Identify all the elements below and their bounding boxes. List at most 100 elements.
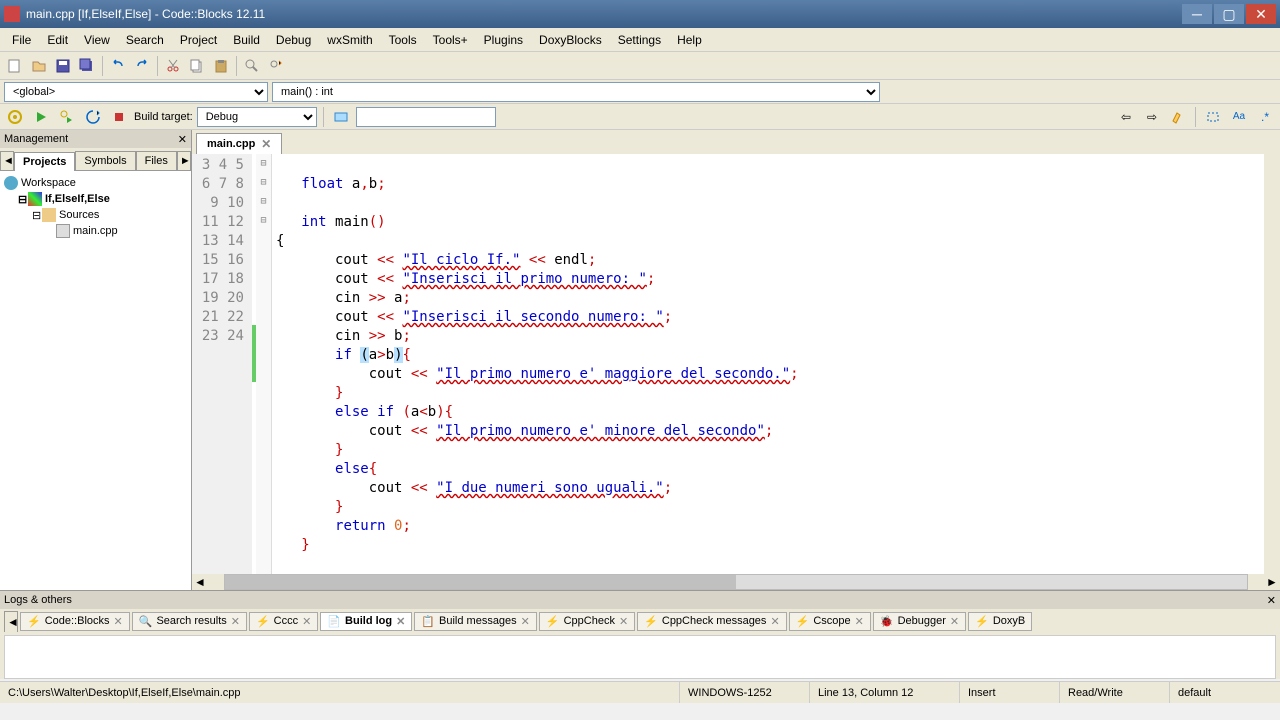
window-controls: ─ ▢ ✕: [1182, 4, 1276, 24]
minimize-button[interactable]: ─: [1182, 4, 1212, 24]
menu-view[interactable]: View: [76, 31, 118, 49]
undo-icon[interactable]: [107, 55, 129, 77]
show-icon[interactable]: [330, 106, 352, 128]
logs-tab-buildlog[interactable]: 📄Build log✕: [320, 612, 412, 631]
tab-symbols[interactable]: Symbols: [75, 151, 135, 170]
find-icon[interactable]: [241, 55, 263, 77]
tree-file-main[interactable]: main.cpp: [4, 223, 187, 239]
logs-tab-codeblocks[interactable]: ⚡Code::Blocks✕: [20, 612, 130, 631]
run-icon[interactable]: [30, 106, 52, 128]
menu-edit[interactable]: Edit: [39, 31, 76, 49]
status-config: default: [1170, 682, 1280, 703]
logs-panel: Logs & others ✕ ◄ ⚡Code::Blocks✕ 🔍Search…: [0, 590, 1280, 679]
menu-plugins[interactable]: Plugins: [476, 31, 531, 49]
main-toolbar: [0, 52, 1280, 80]
tab-projects[interactable]: Projects: [14, 152, 75, 171]
main-area: Management ✕ ◄ Projects Symbols Files ► …: [0, 130, 1280, 590]
build-toolbar: Build target: Debug ⇦ ⇨ Aa .*: [0, 104, 1280, 130]
abort-icon[interactable]: [108, 106, 130, 128]
redo-icon[interactable]: [131, 55, 153, 77]
line-numbers: 3 4 5 6 7 8 9 10 11 12 13 14 15 16 17 18…: [192, 154, 252, 574]
logs-tab-buildmsg[interactable]: 📋Build messages✕: [414, 612, 537, 631]
logs-close-icon[interactable]: ✕: [1267, 594, 1276, 607]
logs-tab-doxy[interactable]: ⚡DoxyB: [968, 612, 1032, 631]
close-button[interactable]: ✕: [1246, 4, 1276, 24]
tab-scroll-left-icon[interactable]: ◄: [0, 151, 14, 170]
search-field[interactable]: [356, 107, 496, 127]
logs-header: Logs & others ✕: [0, 591, 1280, 609]
logs-scroll-left-icon[interactable]: ◄: [4, 611, 18, 632]
management-close-icon[interactable]: ✕: [178, 133, 187, 146]
status-readwrite: Read/Write: [1060, 682, 1170, 703]
select-icon[interactable]: [1202, 106, 1224, 128]
tree-project[interactable]: ⊟If,ElseIf,Else: [4, 191, 187, 207]
editor-area: main.cpp ✕ 3 4 5 6 7 8 9 10 11 12 13 14 …: [192, 130, 1280, 590]
project-tree: Workspace ⊟If,ElseIf,Else ⊟Sources main.…: [0, 170, 191, 590]
cut-icon[interactable]: [162, 55, 184, 77]
logs-tab-cscope[interactable]: ⚡Cscope✕: [789, 612, 871, 631]
logs-tab-cppcheckmsg[interactable]: ⚡CppCheck messages✕: [637, 612, 786, 631]
save-icon[interactable]: [52, 55, 74, 77]
menu-search[interactable]: Search: [118, 31, 172, 49]
case-icon[interactable]: Aa: [1228, 106, 1250, 128]
vertical-scrollbar[interactable]: [1264, 154, 1280, 574]
editor-tab-main[interactable]: main.cpp ✕: [196, 133, 282, 154]
menu-wxsmith[interactable]: wxSmith: [319, 31, 380, 49]
tab-close-icon[interactable]: ✕: [261, 137, 271, 151]
menu-debug[interactable]: Debug: [268, 31, 319, 49]
titlebar: main.cpp [If,ElseIf,Else] - Code::Blocks…: [0, 0, 1280, 28]
horizontal-scrollbar[interactable]: ◄ ►: [192, 574, 1280, 590]
app-icon: [4, 6, 20, 22]
logs-tab-search[interactable]: 🔍Search results✕: [132, 612, 247, 631]
management-header: Management ✕: [0, 130, 191, 148]
regex-icon[interactable]: .*: [1254, 106, 1276, 128]
tab-scroll-right-icon[interactable]: ►: [177, 151, 191, 170]
menu-tools[interactable]: Tools: [381, 31, 425, 49]
logs-tab-cccc[interactable]: ⚡Cccc✕: [249, 612, 318, 631]
prev-icon[interactable]: ⇦: [1115, 106, 1137, 128]
code-editor[interactable]: 3 4 5 6 7 8 9 10 11 12 13 14 15 16 17 18…: [192, 154, 1280, 574]
status-filepath: C:\Users\Walter\Desktop\If,ElseIf,Else\m…: [0, 682, 680, 703]
build-run-icon[interactable]: [56, 106, 78, 128]
scope-function-select[interactable]: main() : int: [272, 82, 880, 102]
management-tabs: ◄ Projects Symbols Files ►: [0, 148, 191, 170]
build-target-select[interactable]: Debug: [197, 107, 317, 127]
menu-doxyblocks[interactable]: DoxyBlocks: [531, 31, 610, 49]
tree-workspace[interactable]: Workspace: [4, 175, 187, 191]
maximize-button[interactable]: ▢: [1214, 4, 1244, 24]
editor-tabs: main.cpp ✕: [192, 130, 1280, 154]
fold-column[interactable]: ⊟ ⊟ ⊟ ⊟: [256, 154, 272, 574]
next-icon[interactable]: ⇨: [1141, 106, 1163, 128]
rebuild-icon[interactable]: [82, 106, 104, 128]
menubar: File Edit View Search Project Build Debu…: [0, 28, 1280, 52]
highlight-icon[interactable]: [1167, 106, 1189, 128]
copy-icon[interactable]: [186, 55, 208, 77]
scope-global-select[interactable]: <global>: [4, 82, 268, 102]
save-all-icon[interactable]: [76, 55, 98, 77]
menu-file[interactable]: File: [4, 31, 39, 49]
logs-content[interactable]: [4, 635, 1276, 679]
tab-files[interactable]: Files: [136, 151, 177, 170]
statusbar: C:\Users\Walter\Desktop\If,ElseIf,Else\m…: [0, 681, 1280, 703]
status-cursor: Line 13, Column 12: [810, 682, 960, 703]
status-encoding: WINDOWS-1252: [680, 682, 810, 703]
tree-sources[interactable]: ⊟Sources: [4, 207, 187, 223]
logs-tabs: ◄ ⚡Code::Blocks✕ 🔍Search results✕ ⚡Cccc✕…: [0, 609, 1280, 633]
menu-settings[interactable]: Settings: [610, 31, 669, 49]
menu-toolsplus[interactable]: Tools+: [425, 31, 476, 49]
menu-build[interactable]: Build: [225, 31, 268, 49]
menu-help[interactable]: Help: [669, 31, 710, 49]
build-icon[interactable]: [4, 106, 26, 128]
replace-icon[interactable]: [265, 55, 287, 77]
code-content[interactable]: float a,b; int main() { cout << "Il cicl…: [272, 154, 1264, 574]
new-file-icon[interactable]: [4, 55, 26, 77]
status-insert: Insert: [960, 682, 1060, 703]
logs-tab-cppcheck[interactable]: ⚡CppCheck✕: [539, 612, 635, 631]
paste-icon[interactable]: [210, 55, 232, 77]
window-title: main.cpp [If,ElseIf,Else] - Code::Blocks…: [26, 7, 1182, 21]
scope-bar: <global> main() : int: [0, 80, 1280, 104]
build-target-label: Build target:: [134, 111, 193, 123]
open-file-icon[interactable]: [28, 55, 50, 77]
menu-project[interactable]: Project: [172, 31, 225, 49]
logs-tab-debugger[interactable]: 🐞Debugger✕: [873, 612, 966, 631]
